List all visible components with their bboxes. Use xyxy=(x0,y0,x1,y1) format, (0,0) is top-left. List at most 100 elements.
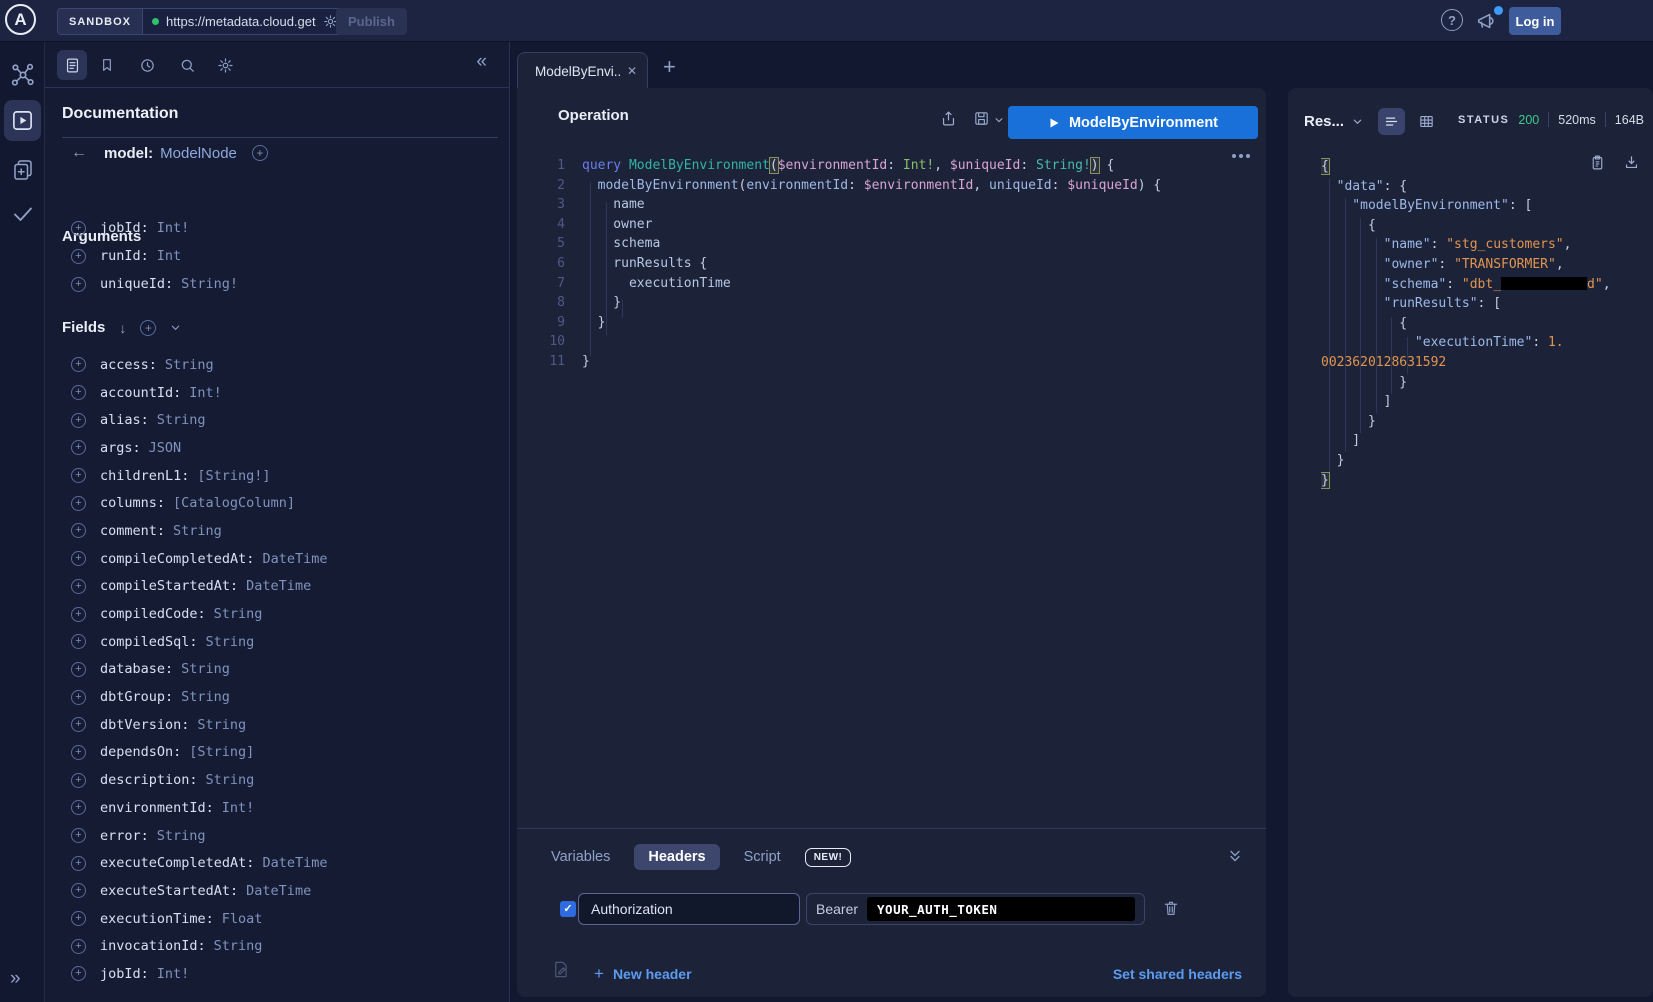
field-row[interactable]: +dependsOn:[String] xyxy=(45,739,509,767)
field-row[interactable]: +error:String xyxy=(45,822,509,850)
publish-button[interactable]: Publish xyxy=(336,8,407,35)
new-header-button[interactable]: + New header xyxy=(594,964,692,984)
editor-more-options-icon[interactable] xyxy=(1232,154,1250,158)
add-field-icon[interactable]: + xyxy=(71,773,86,788)
announcements-icon[interactable] xyxy=(1475,10,1497,32)
field-row[interactable]: +executionTime:Float xyxy=(45,905,509,933)
close-tab-icon[interactable]: ✕ xyxy=(627,64,637,78)
add-field-icon[interactable]: + xyxy=(71,911,86,926)
settings-gear-icon[interactable] xyxy=(217,57,234,74)
response-dropdown-chevron-icon[interactable] xyxy=(1352,116,1363,127)
field-row[interactable]: +executeCompletedAt:DateTime xyxy=(45,849,509,877)
response-title[interactable]: Res... xyxy=(1304,113,1344,130)
header-name-input[interactable] xyxy=(578,893,800,925)
field-row[interactable]: +jobId:Int! xyxy=(45,214,509,242)
explorer-tab-active[interactable] xyxy=(4,100,41,141)
sort-icon[interactable]: ↓ xyxy=(119,320,126,336)
login-button[interactable]: Log in xyxy=(1509,7,1561,35)
share-icon[interactable] xyxy=(940,110,957,127)
add-type-icon[interactable]: + xyxy=(252,145,268,161)
schema-diff-icon[interactable] xyxy=(11,158,35,182)
add-field-icon[interactable]: + xyxy=(71,966,86,981)
add-field-icon[interactable]: + xyxy=(71,939,86,954)
field-row[interactable]: +dbtVersion:String xyxy=(45,711,509,739)
add-field-icon[interactable]: + xyxy=(71,883,86,898)
documentation-tab-icon[interactable] xyxy=(57,50,87,80)
history-icon[interactable] xyxy=(139,57,156,74)
set-shared-headers-link[interactable]: Set shared headers xyxy=(1113,966,1242,982)
field-row[interactable]: +alias:String xyxy=(45,406,509,434)
field-row[interactable]: +comment:String xyxy=(45,517,509,545)
help-icon[interactable]: ? xyxy=(1441,9,1463,31)
endpoint-url-container[interactable]: https://metadata.cloud.get xyxy=(143,9,347,34)
add-field-icon[interactable]: + xyxy=(71,468,86,483)
field-row[interactable]: +compiledSql:String xyxy=(45,628,509,656)
raw-view-toggle-active[interactable] xyxy=(1378,108,1405,135)
add-field-icon[interactable]: + xyxy=(71,800,86,815)
response-body[interactable]: { "data": { "modelByEnvironment": [ { "n… xyxy=(1321,148,1649,993)
operation-editor[interactable]: 1query ModelByEnvironment($environmentId… xyxy=(531,146,1256,836)
add-field-icon[interactable]: + xyxy=(71,607,86,622)
header-value-field[interactable]: Bearer YOUR_AUTH_TOKEN xyxy=(806,893,1145,925)
add-field-icon[interactable]: + xyxy=(71,523,86,538)
add-field-icon[interactable]: + xyxy=(71,221,86,236)
delete-header-icon[interactable] xyxy=(1162,899,1180,917)
field-row[interactable]: +invocationId:String xyxy=(45,932,509,960)
add-field-icon[interactable]: + xyxy=(71,634,86,649)
field-row[interactable]: +executeStartedAt:DateTime xyxy=(45,877,509,905)
add-field-icon[interactable]: + xyxy=(71,440,86,455)
field-row[interactable]: +description:String xyxy=(45,766,509,794)
header-enabled-checkbox[interactable]: ✓ xyxy=(560,901,576,917)
field-row[interactable]: +environmentId:Int! xyxy=(45,794,509,822)
field-row[interactable]: +access:String xyxy=(45,351,509,379)
new-tab-button[interactable]: + xyxy=(663,54,676,80)
collapse-section-icon[interactable] xyxy=(1228,848,1242,864)
add-field-icon[interactable]: + xyxy=(71,856,86,871)
run-operation-button[interactable]: ModelByEnvironment xyxy=(1008,106,1258,139)
table-view-toggle[interactable] xyxy=(1418,113,1435,130)
breadcrumb-type[interactable]: ModelNode xyxy=(160,145,237,162)
tab-variables[interactable]: Variables xyxy=(551,849,610,865)
field-row[interactable]: +compileCompletedAt:DateTime xyxy=(45,545,509,573)
add-field-icon[interactable]: + xyxy=(71,690,86,705)
endpoint-url[interactable]: https://metadata.cloud.get xyxy=(166,14,316,29)
field-row[interactable]: +compileStartedAt:DateTime xyxy=(45,573,509,601)
field-row[interactable]: +jobId:Int! xyxy=(45,960,509,988)
field-row[interactable]: +uniqueId:String! xyxy=(45,270,509,298)
search-icon[interactable] xyxy=(179,57,196,74)
add-field-icon[interactable]: + xyxy=(71,745,86,760)
add-field-icon[interactable]: + xyxy=(71,717,86,732)
inherited-headers-icon[interactable] xyxy=(551,960,570,979)
save-icon[interactable] xyxy=(973,110,990,127)
add-field-icon[interactable]: + xyxy=(71,249,86,264)
collapse-panel-icon[interactable]: « xyxy=(476,51,487,73)
add-all-fields-icon[interactable]: + xyxy=(140,320,156,336)
auth-token-value[interactable]: YOUR_AUTH_TOKEN xyxy=(867,897,1135,921)
add-field-icon[interactable]: + xyxy=(71,357,86,372)
add-field-icon[interactable]: + xyxy=(71,385,86,400)
add-field-icon[interactable]: + xyxy=(71,277,86,292)
field-row[interactable]: +database:String xyxy=(45,656,509,684)
field-row[interactable]: +columns:[CatalogColumn] xyxy=(45,489,509,517)
operation-tab[interactable]: ModelByEnvi... ✕ xyxy=(517,52,648,89)
add-field-icon[interactable]: + xyxy=(71,828,86,843)
field-row[interactable]: +runId:Int xyxy=(45,242,509,270)
chevron-down-icon[interactable] xyxy=(170,322,181,333)
checklist-icon[interactable] xyxy=(11,202,35,226)
add-field-icon[interactable]: + xyxy=(71,413,86,428)
tab-script[interactable]: Script xyxy=(744,849,781,865)
save-dropdown-chevron-icon[interactable] xyxy=(994,115,1004,125)
add-field-icon[interactable]: + xyxy=(71,496,86,511)
apollo-logo[interactable]: A xyxy=(5,4,36,35)
add-field-icon[interactable]: + xyxy=(71,662,86,677)
back-arrow-icon[interactable]: ← xyxy=(71,145,87,161)
graph-icon[interactable] xyxy=(10,62,36,88)
bookmark-icon[interactable] xyxy=(99,57,115,73)
expand-rail-icon[interactable]: » xyxy=(10,969,21,988)
field-row[interactable]: +dbtGroup:String xyxy=(45,683,509,711)
add-field-icon[interactable]: + xyxy=(71,551,86,566)
field-row[interactable]: +args:JSON xyxy=(45,434,509,462)
field-row[interactable]: +childrenL1:[String!] xyxy=(45,462,509,490)
tab-headers[interactable]: Headers xyxy=(634,844,719,870)
add-field-icon[interactable]: + xyxy=(71,579,86,594)
